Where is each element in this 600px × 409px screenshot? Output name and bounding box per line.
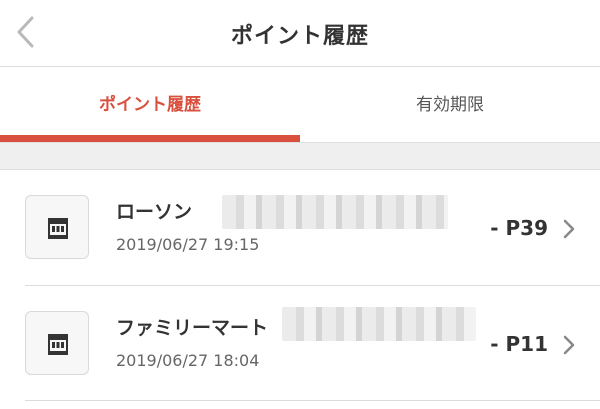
tab-bar: ポイント履歴 有効期限 xyxy=(0,67,600,143)
row-divider xyxy=(25,400,600,401)
chevron-right-icon xyxy=(563,335,575,355)
chevron-right-icon xyxy=(563,219,575,239)
redacted-text xyxy=(222,195,448,229)
store-name: ファミリーマート xyxy=(116,317,269,339)
store-name: ローソン xyxy=(116,201,193,223)
store-icon xyxy=(25,311,89,375)
tab-point-history[interactable]: ポイント履歴 xyxy=(0,67,300,143)
points-amount: - P39 xyxy=(490,216,548,240)
history-row[interactable]: ファミリーマート 2019/06/27 18:04 - P11 xyxy=(0,287,600,402)
page-title: ポイント履歴 xyxy=(230,24,369,49)
row-divider xyxy=(25,285,600,286)
header-bar: ポイント履歴 xyxy=(0,0,600,67)
transaction-date: 2019/06/27 19:15 xyxy=(116,235,260,254)
tab-expiration[interactable]: 有効期限 xyxy=(300,67,600,143)
redacted-text xyxy=(282,307,476,341)
transaction-date: 2019/06/27 18:04 xyxy=(116,351,260,370)
history-row[interactable]: ローソン 2019/06/27 19:15 - P39 xyxy=(0,171,600,286)
points-amount: - P11 xyxy=(490,332,548,356)
section-gap xyxy=(0,143,600,170)
store-icon xyxy=(25,195,89,259)
